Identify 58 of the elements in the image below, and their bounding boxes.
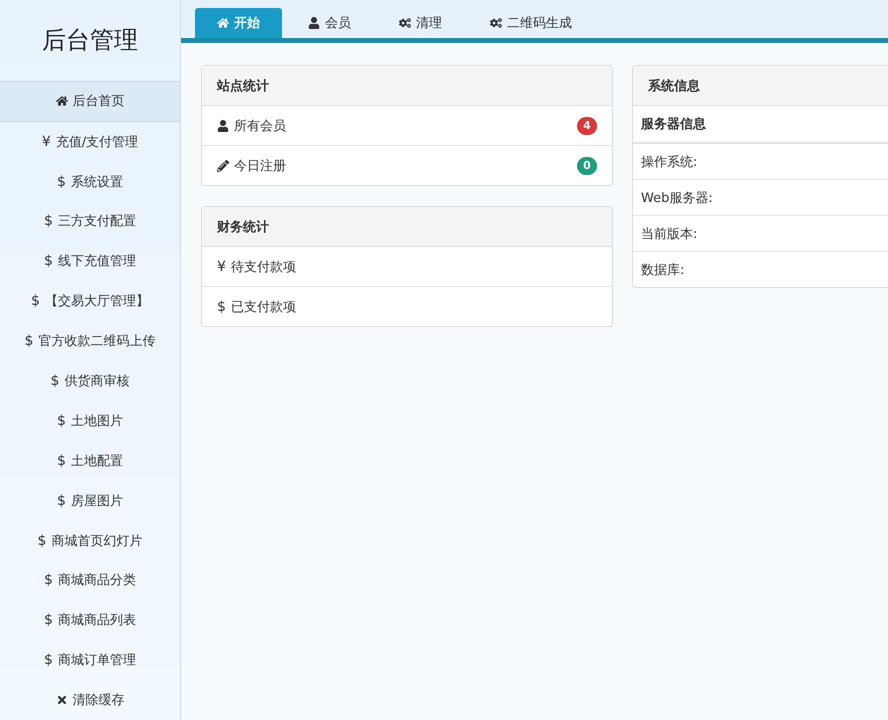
info-label: 操作系统: (640, 154, 698, 172)
currency-icon: $ (44, 572, 53, 588)
sidebar-item[interactable]: $ 商城订单管理 (0, 640, 180, 680)
card-title: 财务统计 (202, 207, 612, 247)
close-icon (56, 694, 68, 706)
sidebar-item[interactable]: $ 系统设置 (0, 162, 180, 202)
count-badge: 4 (577, 116, 597, 134)
currency-icon: $ (57, 174, 66, 190)
currency-icon: $ (217, 298, 226, 314)
home-icon (217, 17, 229, 29)
stat-label: 已支付款项 (230, 298, 297, 316)
currency-icon: $ (50, 372, 60, 389)
info-label: 数据库: (633, 251, 888, 287)
home-icon (56, 95, 68, 108)
card-title: 站点统计 (202, 66, 612, 106)
pencil-icon (217, 160, 229, 172)
tab[interactable]: 二维码生成 (468, 8, 594, 38)
currency-icon: $ (57, 452, 66, 469)
currency-icon: $ (57, 492, 66, 509)
currency-icon: $ (44, 253, 53, 270)
currency-icon: ¥ (217, 258, 226, 274)
currency-icon: $ (38, 532, 46, 549)
sidebar-item[interactable]: $ 三方支付配置 (0, 201, 180, 242)
sidebar-item[interactable]: $ 土地配置 (0, 440, 180, 481)
sidebar-item[interactable]: $ 商城商品分类 (0, 560, 180, 600)
currency-icon: $ (44, 612, 53, 628)
card-title: 系统信息 (633, 66, 888, 106)
sidebar-item[interactable]: $ 【交易大厅管理】 (0, 281, 180, 322)
user-icon (308, 17, 320, 29)
info-label: Web服务器: (633, 179, 888, 215)
currency-icon: ¥ (42, 134, 51, 150)
tab[interactable]: 会员 (286, 8, 373, 38)
info-label: 当前版本: (633, 215, 888, 251)
user-icon (217, 120, 229, 132)
currency-icon: $ (44, 213, 53, 230)
app-title: 后台管理 (42, 25, 138, 56)
gears-icon (399, 17, 411, 29)
sidebar-item[interactable]: ¥ 充值/支付管理 (0, 122, 180, 162)
currency-icon: $ (57, 412, 66, 429)
sidebar-item[interactable]: $ 商城商品列表 (0, 600, 180, 640)
sidebar-item[interactable]: 清除缓存 (0, 680, 180, 720)
sidebar-item[interactable]: $ 土地图片 (0, 400, 180, 441)
stat-label: 今日注册 (234, 158, 287, 174)
gears-icon (490, 17, 502, 29)
stat-label: 所有会员 (234, 118, 287, 134)
sidebar-item[interactable]: $ 商城首页幻灯片 (0, 520, 180, 560)
currency-icon: $ (44, 652, 53, 668)
sidebar-item[interactable]: $ 供货商审核 (0, 361, 180, 401)
section-title: 服务器信息 (633, 106, 888, 144)
sidebar-item[interactable]: 后台首页 (0, 82, 180, 122)
currency-icon: $ (31, 293, 40, 310)
currency-icon: $ (24, 333, 34, 350)
sidebar-item[interactable]: $ 线下充值管理 (0, 241, 180, 282)
sidebar-item[interactable]: $ 房屋图片 (0, 480, 180, 521)
sidebar-item[interactable]: $ 官方收款二维码上传 (0, 321, 180, 362)
tab[interactable]: 清理 (377, 8, 464, 38)
stat-label: 待支付款项 (230, 258, 297, 276)
count-badge: 0 (577, 156, 597, 174)
